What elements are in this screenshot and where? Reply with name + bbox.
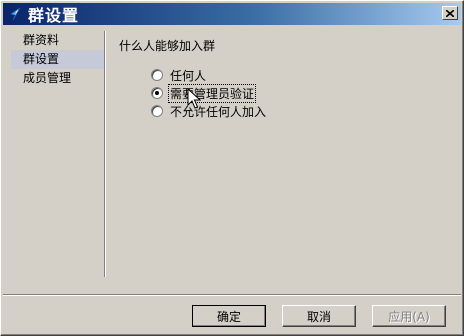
group-settings-dialog: 群设置 群资料 群设置 成员管理 什么人能够加入群 任何人 需要管理员验证 不允… bbox=[0, 0, 464, 336]
sidebar-item-label: 成员管理 bbox=[23, 71, 72, 85]
sidebar-item-group-profile[interactable]: 群资料 bbox=[11, 31, 104, 50]
ok-button[interactable]: 确定 bbox=[192, 305, 266, 327]
sidebar-item-label: 群设置 bbox=[23, 52, 60, 66]
mouse-pointer-icon bbox=[187, 87, 202, 110]
sidebar-item-label: 群资料 bbox=[23, 33, 60, 47]
app-logo-icon bbox=[6, 5, 24, 23]
sidebar-item-group-settings[interactable]: 群设置 bbox=[11, 50, 104, 69]
sidebar-item-member-management[interactable]: 成员管理 bbox=[11, 69, 104, 88]
option-label: 需要管理员验证 bbox=[167, 83, 257, 103]
option-label: 不允许任何人加入 bbox=[170, 104, 267, 119]
settings-panel: 什么人能够加入群 任何人 需要管理员验证 不允许任何人加入 bbox=[119, 37, 449, 267]
title-bar[interactable]: 群设置 bbox=[3, 3, 461, 25]
close-icon bbox=[445, 6, 455, 20]
settings-sidebar: 群资料 群设置 成员管理 bbox=[11, 31, 105, 277]
radio-no-one[interactable] bbox=[151, 105, 163, 117]
window-title: 群设置 bbox=[28, 6, 80, 25]
radio-admin-approval[interactable] bbox=[151, 87, 163, 99]
footer-divider bbox=[3, 294, 461, 296]
join-policy-question: 什么人能够加入群 bbox=[119, 39, 216, 53]
apply-button[interactable]: 应用(A) bbox=[372, 305, 446, 327]
option-label: 任何人 bbox=[170, 68, 207, 83]
radio-anyone[interactable] bbox=[151, 69, 163, 81]
close-button[interactable] bbox=[442, 6, 458, 20]
cancel-button[interactable]: 取消 bbox=[282, 305, 356, 327]
option-anyone[interactable]: 任何人 bbox=[151, 66, 449, 84]
